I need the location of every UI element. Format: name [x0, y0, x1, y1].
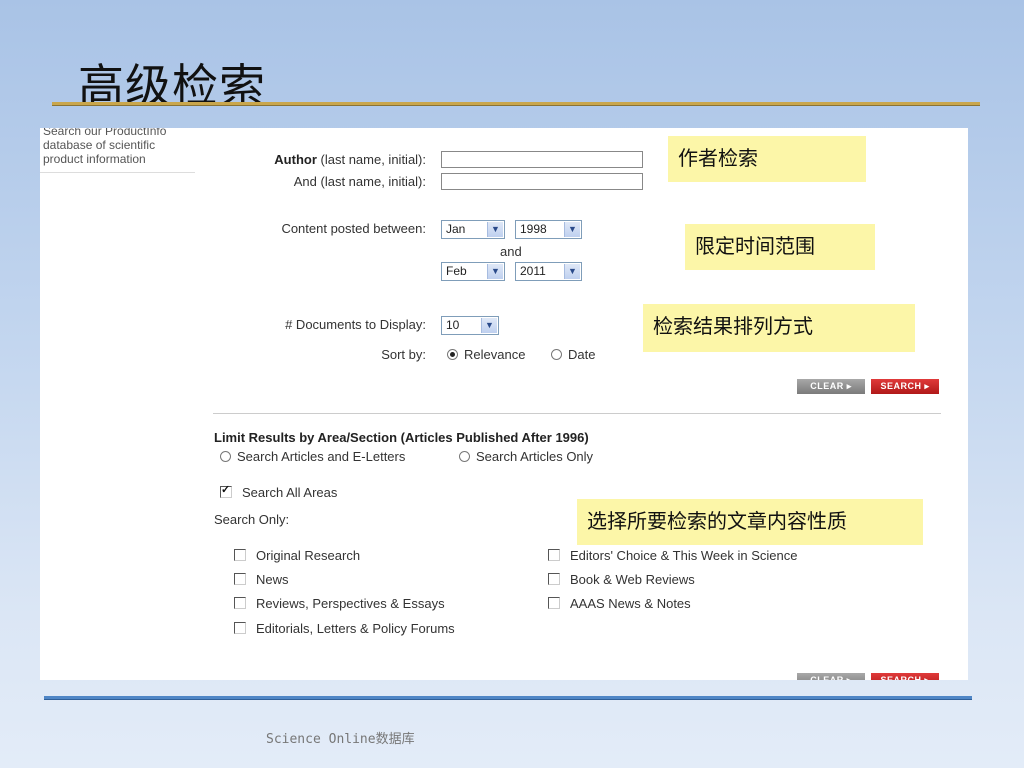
content-posted-label: Content posted between:	[281, 221, 426, 236]
author-input[interactable]	[441, 151, 643, 168]
from-month-select[interactable]: Jan ▼	[441, 220, 505, 239]
docs-to-display-select[interactable]: 10 ▼	[441, 316, 499, 335]
option-original-research[interactable]: Original Research	[234, 548, 360, 563]
option-label: Book & Web Reviews	[570, 572, 695, 587]
sort-relevance-radio[interactable]: Relevance	[447, 347, 525, 362]
and-author-input[interactable]	[441, 173, 643, 190]
search-only-label: Search Only:	[214, 512, 290, 527]
checkbox-checked-icon	[220, 483, 232, 498]
to-year-value: 2011	[520, 264, 546, 278]
articles-only-radio[interactable]: Search Articles Only	[459, 449, 593, 464]
slide-title: 高级检索	[78, 59, 266, 113]
callout-author-search: 作者检索	[668, 136, 866, 182]
author-label: Author (last name, initial):	[274, 152, 426, 167]
option-news[interactable]: News	[234, 572, 289, 587]
sort-relevance-label: Relevance	[464, 347, 526, 362]
search-all-areas-label: Search All Areas	[242, 485, 338, 500]
docs-to-display-label: # Documents to Display:	[285, 317, 426, 332]
option-label: AAAS News & Notes	[570, 596, 691, 611]
from-year-value: 1998	[520, 222, 547, 236]
checkbox-empty-icon	[234, 597, 246, 609]
radio-selected-icon	[447, 349, 458, 360]
and-word: and	[500, 244, 522, 259]
callout-time-range: 限定时间范围	[685, 224, 875, 270]
slide-footer: Science Online数据库	[266, 732, 415, 747]
option-editorials-letters[interactable]: Editorials, Letters & Policy Forums	[234, 621, 455, 636]
title-divider	[52, 102, 980, 105]
sidebar-divider	[40, 172, 195, 173]
search-all-areas-checkbox[interactable]: Search All Areas	[220, 483, 338, 500]
articles-eletters-radio[interactable]: Search Articles and E-Letters	[220, 449, 405, 464]
science-advanced-search-screenshot: Search our ProductInfo database of scien…	[40, 128, 968, 680]
and-author-label: And (last name, initial):	[293, 174, 426, 189]
articles-only-label: Search Articles Only	[476, 449, 594, 464]
author-label-rest: (last name, initial):	[316, 152, 426, 167]
to-month-value: Feb	[446, 264, 467, 278]
from-month-value: Jan	[446, 222, 466, 236]
sort-by-label: Sort by:	[381, 347, 426, 362]
checkbox-empty-icon	[548, 597, 560, 609]
chevron-down-icon: ▼	[487, 222, 503, 237]
chevron-down-icon: ▼	[564, 222, 580, 237]
checkbox-empty-icon	[234, 622, 246, 634]
author-label-bold: Author	[274, 152, 317, 167]
radio-empty-icon	[220, 451, 231, 462]
chevron-down-icon: ▼	[481, 318, 497, 333]
checkbox-empty-icon	[548, 549, 560, 561]
option-aaas-news[interactable]: AAAS News & Notes	[548, 596, 691, 611]
option-label: Original Research	[256, 548, 361, 563]
option-label: News	[256, 572, 289, 587]
limit-results-heading: Limit Results by Area/Section (Articles …	[214, 430, 589, 445]
chevron-down-icon: ▼	[487, 264, 503, 279]
sort-date-label: Date	[568, 347, 596, 362]
clear-button[interactable]: CLEAR ▸	[797, 379, 865, 394]
section-divider	[213, 413, 941, 414]
checkbox-empty-icon	[234, 549, 246, 561]
chevron-down-icon: ▼	[564, 264, 580, 279]
checkbox-empty-icon	[548, 573, 560, 585]
sort-date-radio[interactable]: Date	[551, 347, 595, 362]
callout-sort-method: 检索结果排列方式	[643, 304, 915, 352]
option-editors-choice[interactable]: Editors' Choice & This Week in Science	[548, 548, 797, 563]
callout-article-type: 选择所要检索的文章内容性质	[577, 499, 923, 545]
sidebar-productinfo-text[interactable]: Search our ProductInfo database of scien…	[43, 128, 193, 166]
search-button-bottom[interactable]: SEARCH ▸	[871, 673, 939, 680]
to-year-select[interactable]: 2011 ▼	[515, 262, 582, 281]
bottom-divider	[44, 696, 972, 699]
radio-empty-icon	[551, 349, 562, 360]
from-year-select[interactable]: 1998 ▼	[515, 220, 582, 239]
articles-eletters-label: Search Articles and E-Letters	[237, 449, 406, 464]
search-button[interactable]: SEARCH ▸	[871, 379, 939, 394]
option-reviews-perspectives[interactable]: Reviews, Perspectives & Essays	[234, 596, 445, 611]
clear-button-bottom[interactable]: CLEAR ▸	[797, 673, 865, 680]
to-month-select[interactable]: Feb ▼	[441, 262, 505, 281]
option-book-web-reviews[interactable]: Book & Web Reviews	[548, 572, 695, 587]
option-label: Editorials, Letters & Policy Forums	[256, 621, 455, 636]
docs-to-display-value: 10	[446, 318, 460, 332]
radio-empty-icon	[459, 451, 470, 462]
option-label: Editors' Choice & This Week in Science	[570, 548, 798, 563]
option-label: Reviews, Perspectives & Essays	[256, 596, 445, 611]
checkbox-empty-icon	[234, 573, 246, 585]
